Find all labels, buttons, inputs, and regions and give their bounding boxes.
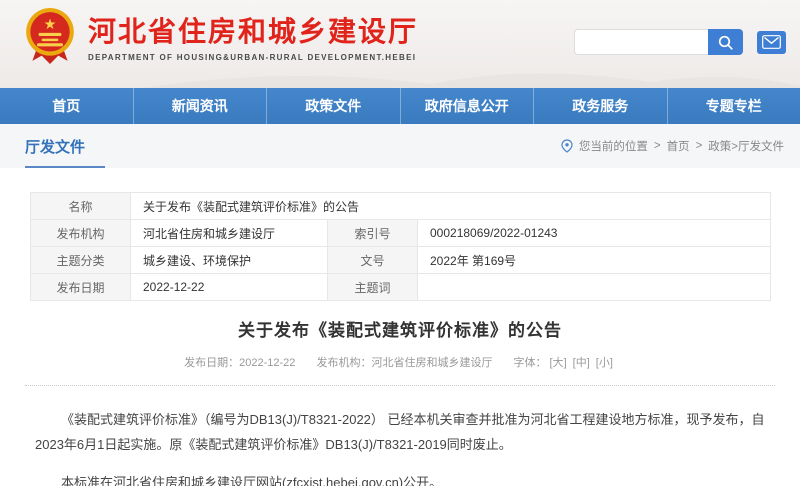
nav-item-topics[interactable]: 专题专栏 (666, 88, 800, 124)
field-value-name: 关于发布《装配式建筑评价标准》的公告 (129, 192, 772, 220)
article-paragraph: 本标准在河北省住房和城乡建设厅网站(zfcxjst.hebei.gov.cn)公… (61, 474, 443, 486)
breadcrumb-separator: > (653, 140, 661, 152)
dotted-divider (25, 385, 775, 386)
national-emblem-icon: ★ (26, 8, 74, 64)
page: { "header": { "title": "河北省住房和城乡建设厅", "s… (0, 0, 800, 486)
nav-item-gov-service[interactable]: 政务服务 (533, 88, 667, 124)
publish-date-value: 2022-12-22 (239, 357, 296, 369)
search-input[interactable] (574, 29, 708, 55)
field-value-keywords (416, 273, 772, 301)
field-label-issuer: 发布机构 (30, 219, 131, 247)
site-title: 河北省住房和城乡建设厅 (88, 16, 419, 47)
search-button[interactable] (708, 29, 743, 55)
publish-date-label: 发布日期： (184, 357, 240, 369)
article-title: 关于发布《装配式建筑评价标准》的公告 (238, 321, 562, 340)
table-row: 发布机构 河北省住房和城乡建设厅 索引号 000218069/2022-0124… (30, 219, 772, 247)
field-label-index: 索引号 (327, 219, 418, 247)
nav-item-news[interactable]: 新闻资讯 (132, 88, 267, 124)
site-title-block: 河北省住房和城乡建设厅 DEPARTMENT OF HOUSING&URBAN-… (88, 16, 419, 62)
search-icon (718, 35, 733, 50)
field-label-docno: 文号 (327, 246, 418, 274)
nav-item-policy[interactable]: 政策文件 (266, 88, 400, 124)
article-meta: 发布日期：2022-12-22 发布机构：河北省住房和城乡建设厅 字体： [大] [… (0, 354, 800, 370)
article-body: 《装配式建筑评价标准》（编号为DB13(J)/T8321-2022） 已经本机关… (35, 407, 765, 486)
header-search-area (574, 29, 786, 55)
document-info-table: 名称 关于发布《装配式建筑评价标准》的公告 发布机构 河北省住房和城乡建设厅 索… (30, 192, 772, 301)
breadcrumb-item-current[interactable]: 政策>厅发文件 (708, 138, 784, 154)
search-box (574, 29, 743, 55)
table-row: 主题分类 城乡建设、环境保护 文号 2022年 第169号 (30, 246, 772, 274)
breadcrumb: 您当前的位置 > 首页 > 政策>厅发文件 (555, 138, 784, 154)
font-size-medium-button[interactable]: [中] (573, 357, 590, 369)
site-header: ★ 河北省住房和城乡建设厅 DEPARTMENT OF HOUSING&URBA… (0, 0, 800, 88)
breadcrumb-item-home[interactable]: 首页 (667, 138, 690, 154)
nav-item-gov-info[interactable]: 政府信息公开 (399, 88, 534, 124)
mountain-watermark (0, 73, 800, 88)
document-content: 名称 关于发布《装配式建筑评价标准》的公告 发布机构 河北省住房和城乡建设厅 索… (0, 168, 800, 486)
field-value-pubdate: 2022-12-22 (130, 273, 328, 301)
table-row: 发布日期 2022-12-22 主题词 (30, 273, 772, 301)
field-label-category: 主题分类 (30, 246, 131, 274)
publish-org-group: 发布机构：河北省住房和城乡建设厅 (316, 357, 492, 369)
location-pin-icon (561, 139, 573, 153)
field-value-index: 000218069/2022-01243 (416, 219, 772, 247)
publish-org-label: 发布机构： (316, 357, 372, 369)
table-row: 名称 关于发布《装配式建筑评价标准》的公告 (30, 192, 772, 220)
section-title-underline (25, 166, 105, 168)
field-label-pubdate: 发布日期 (30, 273, 131, 301)
main-nav: 首页 新闻资讯 政策文件 政府信息公开 政务服务 专题专栏 (0, 88, 800, 124)
breadcrumb-location-label: 您当前的位置 (578, 141, 648, 153)
field-value-docno: 2022年 第169号 (416, 246, 772, 274)
publish-date-group: 发布日期：2022-12-22 (184, 357, 295, 369)
article-paragraph: 《装配式建筑评价标准》（编号为DB13(J)/T8321-2022） 已经本机关… (35, 412, 765, 453)
svg-text:★: ★ (44, 17, 57, 33)
publish-org-value: 河北省住房和城乡建设厅 (371, 357, 493, 369)
site-subtitle: DEPARTMENT OF HOUSING&URBAN-RURAL DEVELO… (88, 52, 417, 62)
breadcrumb-bar: 厅发文件 您当前的位置 > 首页 > 政策>厅发文件 (0, 124, 800, 168)
mail-icon (762, 35, 781, 49)
field-value-issuer: 河北省住房和城乡建设厅 (130, 219, 328, 247)
font-size-label: 字体： (513, 357, 547, 369)
section-title: 厅发文件 (25, 138, 86, 156)
font-size-group: 字体： [大] [中] [小] (514, 357, 616, 369)
nav-item-home[interactable]: 首页 (0, 88, 133, 124)
breadcrumb-separator: > (695, 140, 703, 152)
field-label-keywords: 主题词 (327, 273, 418, 301)
mail-button[interactable] (757, 30, 786, 54)
field-label-name: 名称 (30, 192, 131, 220)
font-size-large-button[interactable]: [大] (550, 357, 567, 369)
font-size-small-button[interactable]: [小] (596, 357, 613, 369)
field-value-category: 城乡建设、环境保护 (130, 246, 328, 274)
